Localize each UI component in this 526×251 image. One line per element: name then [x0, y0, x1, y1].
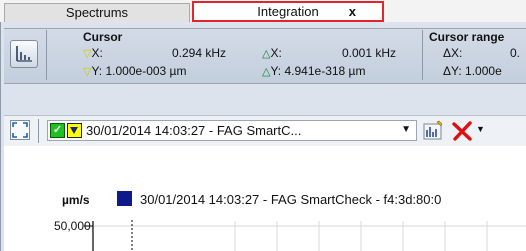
cursor-band-divider [46, 30, 47, 80]
cursor-group-title: Cursor [83, 30, 123, 44]
cursor-x-readout: ▽X: [83, 46, 103, 60]
measurement-selector-value: 30/01/2014 14:03:27 - FAG SmartC... [86, 123, 302, 138]
legend-series-swatch [117, 191, 132, 206]
cursor-dy-value: 4.941e-318 µm [284, 64, 366, 78]
range-dy-readout: ΔY: 1.000e [443, 64, 502, 78]
legend-series-label: 30/01/2014 14:03:27 - FAG SmartCheck - f… [140, 192, 442, 207]
chevron-down-icon[interactable]: ▼ [476, 124, 485, 134]
tab-integration-label: Integration [257, 4, 319, 19]
series-visible-checkbox[interactable]: ✓ [50, 123, 65, 138]
range-dx-value: 0. [510, 46, 521, 60]
spectrum-analysis-button[interactable] [422, 120, 444, 142]
cursor-dx-label: X: [270, 46, 282, 60]
delete-x-icon [452, 121, 472, 141]
fit-view-button[interactable] [10, 120, 30, 140]
tab-close-icon[interactable]: x [349, 3, 356, 21]
cursor-dy-label: Y: [270, 64, 282, 78]
cursor-y-value: 1.000e-003 µm [105, 64, 187, 78]
y-tick-label: 50,000 [54, 219, 91, 233]
fit-view-icon [12, 122, 28, 138]
range-dx-label: ΔX: [443, 46, 463, 60]
cursor-panel-button[interactable] [10, 40, 38, 68]
y-axis-unit: µm/s [62, 193, 90, 207]
series-color-marker-icon [67, 123, 82, 138]
gridlines [94, 221, 526, 251]
measurement-selector[interactable]: ✓ 30/01/2014 14:03:27 - FAG SmartC... ▼ [47, 120, 417, 141]
spectrum-analysis-icon [423, 120, 443, 140]
range-dy-label: ΔY: [443, 64, 462, 78]
remove-series-button[interactable]: ▼ [451, 120, 487, 142]
cursor-band-divider [422, 30, 423, 80]
cursor-x-label: X: [91, 46, 103, 60]
cursor-range-title: Cursor range [429, 30, 505, 44]
tab-spectrums-label: Spectrums [65, 5, 129, 20]
tab-integration[interactable]: Integration x [192, 1, 384, 22]
cursor-y-readout: ▽Y: 1.000e-003 µm [83, 64, 186, 78]
toolbar-divider [38, 119, 39, 143]
cursor-x-value: 0.294 kHz [172, 46, 227, 60]
range-dy-value: 1.000e [465, 64, 502, 78]
cursor-dx-readout: △X: [262, 46, 282, 60]
cursor-y-label: Y: [91, 64, 103, 78]
cursor-dy-readout: △Y: 4.941e-318 µm [262, 64, 365, 78]
chevron-down-icon: ▼ [401, 124, 411, 135]
cursor-dx-value: 0.001 kHz [342, 46, 397, 60]
tab-spectrums[interactable]: Spectrums [4, 3, 190, 22]
cursor-panel-icon [16, 46, 32, 62]
